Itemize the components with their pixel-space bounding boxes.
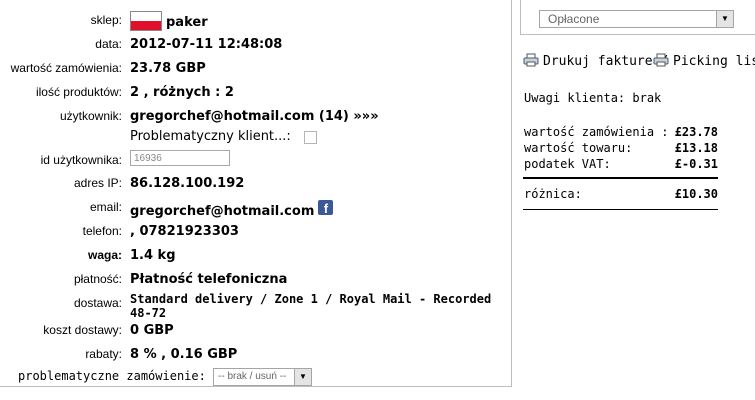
status-box: Opłacone ▼ — [520, 0, 755, 35]
summary-goods-value: £13.18 — [674, 141, 718, 155]
user-link[interactable]: gregorchef@hotmail.com (14) »»» — [130, 109, 379, 124]
order-value-label: wartość zamówienia: — [10, 61, 122, 75]
problematic-client-checkbox[interactable] — [304, 131, 317, 144]
shop-label: sklep: — [90, 13, 122, 27]
summary-difference-label: różnica: — [524, 187, 582, 201]
summary-divider — [523, 177, 718, 179]
problematic-client-label: Problematyczny klient...: — [130, 129, 291, 144]
weight-label: waga: — [87, 248, 122, 262]
phone-label: telefon: — [82, 224, 122, 238]
date-value: 2012-07-11 12:48:08 — [130, 37, 283, 52]
user-label: użytkownik: — [59, 109, 122, 123]
order-side-panel: Opłacone ▼ Drukuj fakture / Picking list… — [511, 0, 755, 400]
facebook-icon[interactable]: f — [318, 200, 334, 216]
chevron-down-icon: ▼ — [716, 11, 733, 27]
summary-goods-value-label: wartość towaru: — [524, 141, 633, 155]
status-select[interactable]: Opłacone ▼ — [539, 10, 734, 28]
summary-bottom-divider — [523, 209, 718, 210]
delivery-value-line1: Standard delivery / Zone 1 / Royal Mail … — [130, 292, 492, 306]
problematic-order-selected: -- brak / usuń -- — [218, 371, 287, 382]
picking-list-link[interactable]: Picking list / — [653, 53, 755, 69]
summary-vat-label: podatek VAT: — [524, 157, 611, 171]
summary-difference-value: £10.30 — [674, 187, 718, 201]
discounts-value: 8 % , 0.16 GBP — [130, 347, 238, 362]
payment-value: Płatność telefoniczna — [130, 272, 288, 287]
order-details-panel: sklep: paker data: 2012-07-11 12:48:08 w… — [0, 0, 512, 387]
summary-order-value-label: wartość zamówienia : — [524, 125, 669, 139]
shop-value: paker — [130, 11, 208, 31]
email-label: email: — [89, 200, 122, 214]
product-count-label: ilość produktów: — [35, 85, 122, 99]
problematic-order-label: problematyczne zamówienie: — [18, 369, 206, 383]
phone-value: , 07821923303 — [130, 224, 239, 239]
print-invoice-link[interactable]: Drukuj fakture / — [523, 53, 668, 69]
summary-vat-value: £-0.31 — [674, 157, 718, 171]
printer-icon — [523, 53, 539, 67]
ip-value: 86.128.100.192 — [130, 176, 245, 191]
delivery-value-line2: 48-72 — [130, 306, 167, 320]
summary-order-value: £23.78 — [674, 125, 718, 139]
email-value: gregorchef@hotmail.com f — [130, 200, 334, 219]
printer-icon — [653, 53, 669, 67]
user-id-field[interactable]: 16936 — [130, 150, 230, 166]
product-count-value: 2 , różnych : 2 — [130, 85, 234, 100]
delivery-cost-label: koszt dostawy: — [43, 323, 122, 337]
order-value-value: 23.78 GBP — [130, 61, 206, 76]
date-label: data: — [95, 37, 122, 51]
discounts-label: rabaty: — [85, 347, 122, 361]
ip-label: adres IP: — [73, 176, 122, 190]
delivery-cost-value: 0 GBP — [130, 323, 174, 338]
client-notes: Uwagi klienta: brak — [524, 91, 662, 105]
payment-label: płatność: — [73, 272, 122, 286]
user-id-label: id użytkownika: — [40, 153, 122, 167]
weight-value: 1.4 kg — [130, 248, 176, 263]
chevron-down-icon: ▼ — [294, 369, 311, 385]
status-selected: Opłacone — [548, 12, 600, 26]
problematic-order-select[interactable]: -- brak / usuń -- ▼ — [213, 368, 312, 386]
poland-flag-icon — [130, 11, 162, 31]
delivery-label: dostawa: — [73, 296, 122, 310]
